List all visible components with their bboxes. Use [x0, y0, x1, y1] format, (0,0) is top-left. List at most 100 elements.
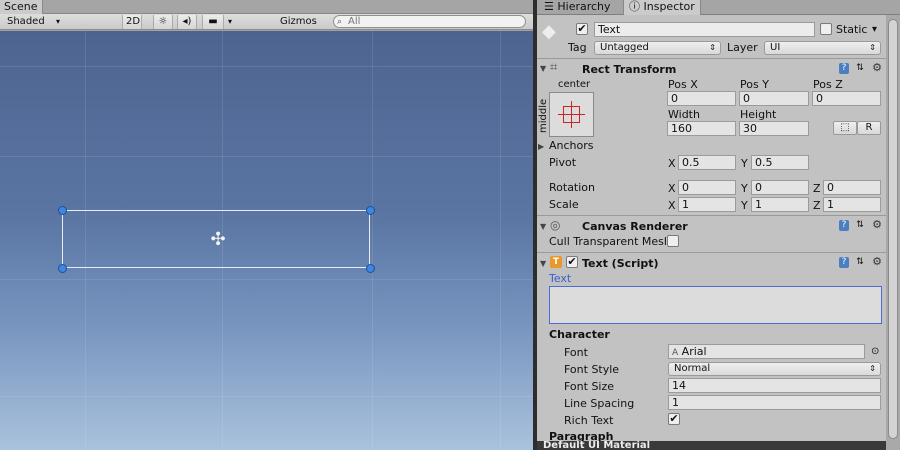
pivot-y-field[interactable]: 0.5 [751, 155, 809, 170]
gear-icon[interactable]: ⚙ [872, 219, 882, 230]
help-icon[interactable]: ? [839, 220, 849, 231]
text-field-label: Text [549, 272, 572, 285]
help-icon[interactable]: ? [839, 63, 849, 74]
inspector-panel: ☰ Hierarchy ⓘ Inspector ◆ ✔ Text Static … [537, 0, 900, 450]
preset-icon[interactable]: ⇅ [855, 257, 865, 268]
gizmos-dropdown[interactable]: Gizmos ▾ [277, 15, 325, 39]
help-icon[interactable]: ? [839, 257, 849, 268]
effects-dropdown-arrow[interactable]: ▾ [225, 15, 237, 29]
anchor-preset-button[interactable] [549, 92, 594, 137]
cull-transparent-mesh-checkbox[interactable] [667, 235, 679, 247]
preset-icon[interactable]: ⇅ [855, 220, 865, 231]
width-field[interactable]: 160 [667, 121, 736, 136]
text-content-input[interactable] [549, 286, 882, 324]
foldout-arrow-icon[interactable]: ▼ [540, 222, 546, 231]
tab-scene[interactable]: Scene [0, 0, 43, 14]
grid-line [500, 31, 501, 450]
chevron-down-icon: ▾ [56, 17, 61, 26]
layer-dropdown[interactable]: UI ⇕ [764, 41, 881, 55]
scale-z-field[interactable]: 1 [823, 197, 881, 212]
rect-transform-title: Rect Transform [582, 63, 677, 76]
foldout-arrow-icon[interactable]: ▶ [538, 142, 544, 151]
font-style-value: Normal [674, 363, 711, 374]
static-label: Static [836, 23, 868, 36]
static-checkbox[interactable] [820, 23, 832, 35]
inspector-scrollbar[interactable] [886, 15, 900, 450]
list-icon: ☰ [544, 0, 554, 13]
line-spacing-label: Line Spacing [564, 397, 635, 410]
updown-arrow-icon: ⇕ [869, 364, 876, 373]
font-style-dropdown[interactable]: Normal ⇕ [668, 362, 881, 376]
pivot-x-field[interactable]: 0.5 [678, 155, 736, 170]
scale-x-field[interactable]: 1 [678, 197, 736, 212]
sun-icon[interactable]: ☼ [153, 15, 173, 29]
gizmos-label: Gizmos [280, 16, 317, 27]
character-section-label: Character [549, 328, 610, 341]
raw-edit-button[interactable]: R [857, 121, 881, 135]
text-component-icon: T [550, 256, 562, 268]
scene-viewport[interactable]: ✣ [0, 31, 533, 450]
image-icon[interactable]: ▬ [202, 15, 224, 29]
active-checkbox[interactable]: ✔ [576, 23, 588, 35]
tab-inspector-label: Inspector [643, 0, 695, 13]
object-picker-icon[interactable]: ⊙ [871, 345, 879, 358]
tab-inspector[interactable]: ⓘ Inspector [623, 0, 701, 15]
pivot-label: Pivot [549, 156, 577, 169]
rotation-z-label: Z [813, 182, 821, 195]
resize-handle-top-right[interactable] [366, 206, 375, 215]
layer-label: Layer [727, 41, 758, 54]
rotation-x-field[interactable]: 0 [678, 180, 736, 195]
rotation-y-label: Y [741, 182, 748, 195]
resize-handle-bottom-left[interactable] [58, 264, 67, 273]
cull-transparent-mesh-label: Cull Transparent Mesh [549, 235, 666, 248]
pos-y-field[interactable]: 0 [739, 91, 809, 106]
cube-icon: ◆ [542, 21, 556, 42]
scale-label: Scale [549, 198, 579, 211]
font-size-label: Font Size [564, 380, 615, 393]
search-icon: ⌕ [337, 17, 343, 27]
foldout-arrow-icon[interactable]: ▼ [540, 64, 546, 73]
height-field[interactable]: 30 [739, 121, 809, 136]
grid-line [0, 156, 533, 157]
scale-y-field[interactable]: 1 [751, 197, 809, 212]
shading-mode-dropdown[interactable]: Shaded ▾ [4, 15, 64, 29]
foldout-arrow-icon[interactable]: ▼ [540, 259, 546, 268]
pos-z-field[interactable]: 0 [812, 91, 881, 106]
rotation-z-field[interactable]: 0 [823, 180, 881, 195]
resize-handle-top-left[interactable] [58, 206, 67, 215]
font-asset-icon: A [672, 348, 679, 358]
tab-hierarchy-label: Hierarchy [557, 0, 611, 13]
font-value: Arial [681, 345, 707, 358]
tag-dropdown[interactable]: Untagged ⇕ [594, 41, 721, 55]
font-label: Font [564, 346, 588, 359]
resize-handle-bottom-right[interactable] [366, 264, 375, 273]
line-spacing-field[interactable]: 1 [668, 395, 881, 410]
search-placeholder: All [348, 16, 361, 27]
scene-search-input[interactable]: ⌕ All [333, 15, 526, 28]
font-size-field[interactable]: 14 [668, 378, 881, 393]
gear-icon[interactable]: ⚙ [872, 62, 882, 73]
text-script-enabled-checkbox[interactable]: ✔ [566, 256, 578, 268]
updown-arrow-icon: ⇕ [709, 43, 716, 52]
object-name-field[interactable]: Text [594, 22, 815, 37]
pivot-x-label: X [668, 157, 676, 170]
blueprint-mode-button[interactable]: ⬚ [833, 121, 857, 135]
rotation-y-field[interactable]: 0 [751, 180, 809, 195]
pos-x-field[interactable]: 0 [667, 91, 736, 106]
scrollbar-thumb[interactable] [888, 19, 898, 439]
font-object-field[interactable]: A Arial [668, 344, 865, 359]
2d-toggle-button[interactable]: 2D [122, 15, 142, 29]
grid-line [0, 279, 533, 280]
rotation-x-label: X [668, 182, 676, 195]
pivot-icon[interactable]: ✣ [207, 229, 229, 251]
material-header[interactable]: Default UI Material [537, 441, 886, 450]
static-dropdown-arrow[interactable]: ▾ [872, 23, 877, 36]
speaker-icon[interactable]: ◂) [177, 15, 197, 29]
rich-text-checkbox[interactable]: ✔ [668, 413, 680, 425]
preset-icon[interactable]: ⇅ [855, 63, 865, 74]
scale-x-label: X [668, 199, 676, 212]
tab-hierarchy[interactable]: ☰ Hierarchy [539, 0, 616, 15]
eye-icon: ◎ [550, 218, 561, 232]
divider [537, 252, 886, 253]
gear-icon[interactable]: ⚙ [872, 256, 882, 267]
